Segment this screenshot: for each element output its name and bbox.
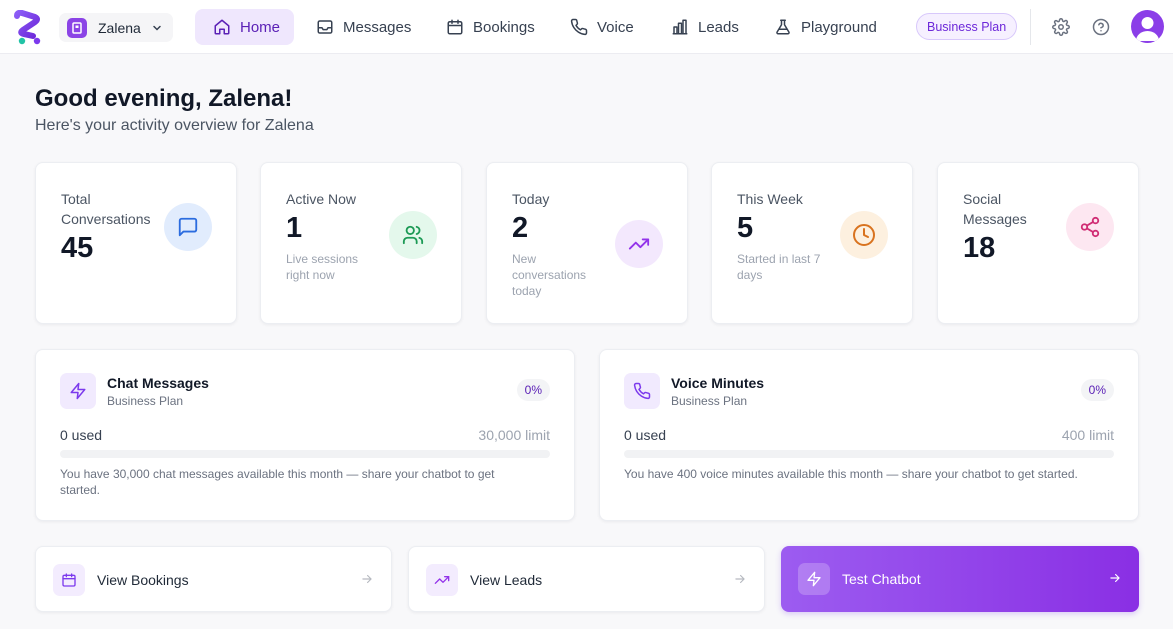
- usage-title: Voice Minutes: [671, 375, 765, 391]
- nav-bookings[interactable]: Bookings: [428, 9, 549, 45]
- nav-playground-label: Playground: [801, 18, 877, 36]
- stat-label: Total Conversations: [61, 191, 151, 227]
- help-button[interactable]: [1091, 17, 1111, 37]
- nav-playground[interactable]: Playground: [756, 9, 891, 45]
- nav-voice[interactable]: Voice: [552, 9, 648, 45]
- nav-leads[interactable]: Leads: [653, 9, 753, 45]
- user-avatar-icon: [1136, 17, 1159, 41]
- stat-label: This Week: [737, 191, 803, 207]
- stat-value: 18: [963, 232, 996, 264]
- nav-home-label: Home: [239, 18, 280, 36]
- usage-note: You have 400 voice minutes available thi…: [624, 467, 1078, 481]
- gear-icon: [1052, 18, 1070, 36]
- calendar-icon: [53, 564, 85, 596]
- phone-icon: [624, 373, 660, 409]
- test-chatbot-button[interactable]: Test Chatbot: [781, 546, 1139, 612]
- usage-used: 0 used: [624, 427, 667, 443]
- stat-card-active-now[interactable]: Active Now 1 Live sessions right now: [260, 162, 462, 324]
- page-title: Good evening, Zalena!: [35, 85, 293, 112]
- arrow-right-icon: [1108, 571, 1122, 590]
- stat-value: 5: [737, 212, 754, 244]
- users-icon: [389, 211, 437, 259]
- action-label: Test Chatbot: [842, 571, 921, 587]
- stat-card-today[interactable]: Today 2 New conversations today: [486, 162, 688, 324]
- usage-progress-bar: [60, 450, 550, 458]
- inbox-icon: [317, 20, 333, 34]
- arrow-right-icon: [733, 572, 747, 591]
- usage-progress-bar: [624, 450, 1114, 458]
- clock-icon: [840, 211, 888, 259]
- bar-chart-icon: [672, 19, 688, 35]
- stat-value: 2: [512, 212, 529, 244]
- calendar-icon: [447, 19, 463, 35]
- page-subtitle: Here's your activity overview for Zalena: [35, 117, 314, 134]
- nav-home[interactable]: Home: [195, 9, 294, 45]
- top-nav: Zalena Home Messages Bookings Voice Lead…: [0, 0, 1173, 54]
- settings-button[interactable]: [1051, 17, 1071, 37]
- stat-card-this-week[interactable]: This Week 5 Started in last 7 days: [711, 162, 913, 324]
- arrow-right-icon: [360, 572, 374, 591]
- nav-leads-label: Leads: [698, 18, 739, 36]
- trending-up-icon: [615, 220, 663, 268]
- usage-plan: Business Plan: [671, 394, 748, 408]
- plan-badge[interactable]: Business Plan: [916, 13, 1018, 40]
- nav-messages-label: Messages: [343, 18, 412, 36]
- trending-up-icon: [426, 564, 458, 596]
- workspace-switcher[interactable]: Zalena: [59, 13, 173, 42]
- nav-bookings-label: Bookings: [473, 18, 535, 36]
- phone-icon: [570, 18, 588, 36]
- usage-plan: Business Plan: [107, 394, 184, 408]
- app-logo[interactable]: [13, 9, 45, 46]
- stat-sub: New conversations today: [512, 252, 587, 298]
- usage-used: 0 used: [60, 427, 103, 443]
- view-leads-button[interactable]: View Leads: [408, 546, 765, 612]
- lightning-icon: [60, 373, 96, 409]
- usage-percent-badge: 0%: [516, 379, 550, 401]
- stat-label: Active Now: [286, 191, 357, 207]
- usage-note: You have 30,000 chat messages available …: [60, 467, 495, 497]
- chevron-down-icon: [151, 21, 163, 39]
- stat-card-total-conversations[interactable]: Total Conversations 45: [35, 162, 237, 324]
- nav-divider: [1030, 9, 1031, 45]
- stat-sub: Live sessions right now: [286, 252, 359, 282]
- lightning-icon: [798, 563, 830, 595]
- home-icon: [214, 19, 230, 35]
- nav-messages[interactable]: Messages: [298, 9, 425, 45]
- stat-label: Social Messages: [963, 191, 1027, 227]
- action-label: View Bookings: [97, 572, 189, 588]
- workspace-name: Zalena: [98, 19, 141, 36]
- help-circle-icon: [1092, 18, 1110, 36]
- stat-label: Today: [512, 191, 550, 207]
- usage-limit: 30,000 limit: [478, 427, 550, 443]
- usage-card-voice-minutes: Voice Minutes Business Plan 0% 0 used 40…: [599, 349, 1139, 521]
- usage-percent-badge: 0%: [1080, 379, 1114, 401]
- usage-limit: 400 limit: [1061, 427, 1114, 443]
- stat-value: 45: [61, 232, 94, 264]
- chat-icon: [164, 203, 212, 251]
- stat-card-social-messages[interactable]: Social Messages 18: [937, 162, 1139, 324]
- action-label: View Leads: [470, 572, 543, 588]
- view-bookings-button[interactable]: View Bookings: [35, 546, 392, 612]
- avatar[interactable]: [1131, 10, 1164, 43]
- workspace-icon: [67, 17, 87, 38]
- share-icon: [1066, 203, 1114, 251]
- usage-title: Chat Messages: [107, 375, 209, 391]
- nav-voice-label: Voice: [597, 18, 634, 36]
- stat-value: 1: [286, 212, 303, 244]
- flask-icon: [776, 19, 790, 35]
- stat-sub: Started in last 7 days: [737, 252, 821, 282]
- usage-card-chat-messages: Chat Messages Business Plan 0% 0 used 30…: [35, 349, 575, 521]
